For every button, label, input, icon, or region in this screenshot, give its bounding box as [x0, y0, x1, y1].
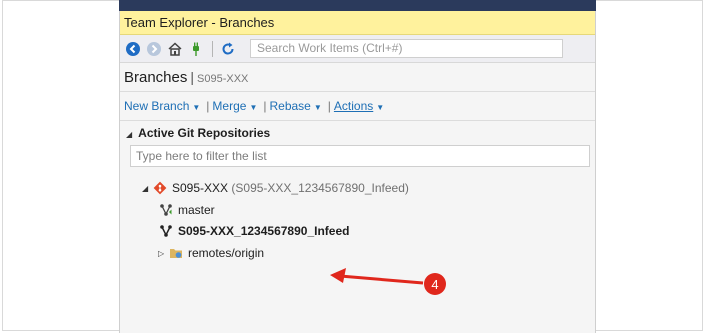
team-explorer-panel: Team Explorer - Branches Search Work Ite… — [119, 11, 596, 333]
active-git-repositories-header[interactable]: ◢ Active Git Repositories — [120, 121, 595, 145]
merge-button[interactable]: Merge — [212, 99, 246, 113]
back-icon[interactable] — [124, 40, 142, 58]
branch-name: S095-XXX_1234567890_Infeed — [178, 224, 350, 238]
repo-node[interactable]: ◢ S095-XXX (S095-XXX_1234567890_Infeed) — [142, 179, 409, 197]
folder-icon — [168, 245, 184, 261]
branch-filter-input[interactable]: Type here to filter the list — [130, 145, 590, 167]
collapse-triangle-icon[interactable]: ◢ — [126, 130, 132, 139]
remotes-origin-node[interactable]: ▷ remotes/origin — [158, 244, 264, 262]
connect-icon[interactable] — [187, 40, 205, 58]
branch-item-master[interactable]: master — [158, 201, 215, 219]
page-title: Branches — [124, 69, 188, 86]
action-separator: | — [206, 99, 210, 113]
branch-icon — [158, 202, 174, 218]
rebase-button[interactable]: Rebase — [269, 99, 310, 113]
rebase-dropdown-icon[interactable]: ▼ — [314, 103, 322, 112]
repository-name[interactable]: S095-XXX — [197, 73, 248, 85]
search-work-items-input[interactable]: Search Work Items (Ctrl+#) — [250, 39, 563, 58]
current-branch-icon — [158, 223, 174, 239]
repo-detail: (S095-XXX_1234567890_Infeed) — [231, 181, 409, 195]
branch-name: master — [178, 203, 215, 217]
window-title: Team Explorer - Branches — [120, 11, 595, 35]
toolbar: Search Work Items (Ctrl+#) — [120, 35, 595, 63]
header-separator: | — [190, 69, 195, 85]
window-top-strip — [119, 0, 596, 11]
new-branch-button[interactable]: New Branch — [124, 99, 189, 113]
page-header: Branches | S095-XXX — [120, 63, 595, 92]
forward-icon[interactable] — [145, 40, 163, 58]
collapsed-triangle-icon[interactable]: ▷ — [158, 249, 168, 258]
branch-item-current[interactable]: S095-XXX_1234567890_Infeed — [158, 222, 349, 240]
git-repo-icon — [152, 180, 168, 196]
action-separator: | — [263, 99, 267, 113]
section-title: Active Git Repositories — [138, 126, 271, 140]
action-separator: | — [327, 99, 331, 113]
refresh-icon[interactable] — [219, 40, 237, 58]
repo-name: S095-XXX — [172, 181, 229, 195]
actions-menu-button[interactable]: Actions — [334, 99, 373, 113]
new-branch-dropdown-icon[interactable]: ▼ — [192, 103, 200, 112]
remotes-label: remotes/origin — [188, 246, 265, 260]
toolbar-separator — [212, 40, 213, 57]
actions-dropdown-icon[interactable]: ▼ — [376, 103, 384, 112]
home-icon[interactable] — [166, 40, 184, 58]
merge-dropdown-icon[interactable]: ▼ — [249, 103, 257, 112]
expanded-triangle-icon[interactable]: ◢ — [142, 184, 152, 193]
action-bar: New Branch ▼ | Merge ▼ | Rebase ▼ | Actions ▼ — [120, 92, 595, 121]
